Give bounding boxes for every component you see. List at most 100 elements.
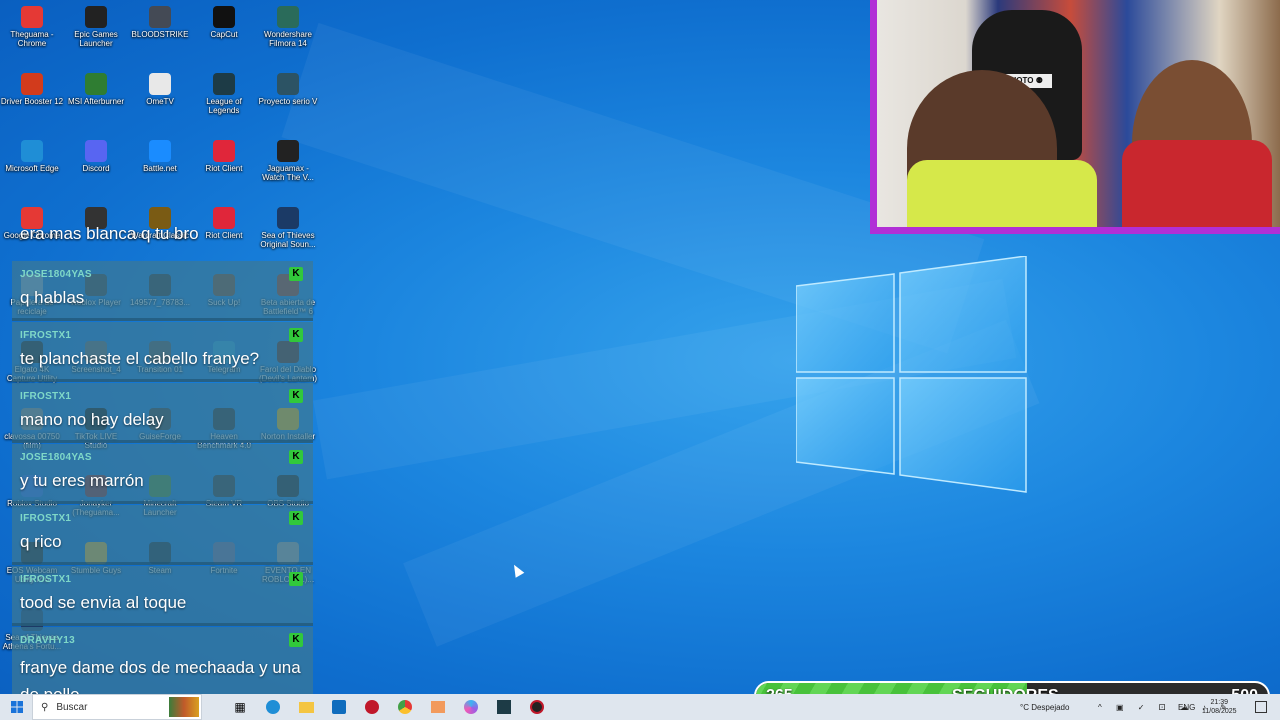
outlook-icon[interactable] [329,694,349,720]
desktop-icon-label: Wondershare Filmora 14 [264,30,312,48]
riot-client-icon [213,140,235,162]
desktop-icon[interactable]: CapCut [192,6,256,39]
language-indicator[interactable]: ENG [1178,694,1195,720]
desktop-icon[interactable]: Wondershare Filmora 14 [256,6,320,48]
start-button[interactable] [6,694,28,720]
search-box[interactable]: ⚲ Buscar [32,694,202,720]
kick-badge-icon: K [289,328,303,342]
chat-message: DRAVHY13 Kfranye dame dos de mechaada y u… [12,627,313,700]
desktop-icon-label: Jaguamax - Watch The V... [262,164,314,182]
filmora-icon [277,6,299,28]
desktop-icon-label: Battle.net [143,164,177,173]
desktop-icon-label: Theguama - Chrome [10,30,54,48]
app-red-icon[interactable] [362,694,382,720]
chat-username: IFROSTX1 [20,513,72,524]
desktop-icon[interactable]: MSI Afterburner [64,73,128,106]
chat-message: IFROSTX1 Kte planchaste el cabello franye… [12,322,313,382]
folder-taskbar-icon[interactable] [428,694,448,720]
desktop-icon[interactable]: League of Legends [192,73,256,115]
desktop-icon-label: Riot Client [205,164,243,173]
chat-text: te planchaste el cabello franye? [20,349,260,368]
battlenet-icon [149,140,171,162]
desktop-icon[interactable]: BLOODSTRIKE [128,6,192,39]
file-explorer-icon[interactable] [296,694,316,720]
desktop-icon-label: Epic Games Launcher [74,30,118,48]
desktop-icon-label: CapCut [210,30,238,39]
desktop-icon-label: OmeTV [146,97,174,106]
desktop-icon[interactable]: Riot Client [192,140,256,173]
copilot-icon[interactable] [461,694,481,720]
webcam-video: ⚉ UOTO ⚉ [877,0,1280,227]
chat-message: JOSE1804YAS Ky tu eres marrón [12,444,313,504]
chat-text: q rico [20,532,62,551]
chat-message: JOSE1804YAS Kq hablas [12,261,313,321]
search-highlight-icon [169,697,199,717]
desktop-icon[interactable]: OmeTV [128,73,192,106]
webcam-frame: ⚉ UOTO ⚉ [870,0,1280,234]
chat-overlay: era mas blanca q tu bro JOSE1804YAS Kq ha… [12,222,313,700]
task-view-icon[interactable]: ▦ [230,694,250,720]
chat-text: tood se envia al toque [20,593,187,612]
desktop-icon[interactable]: Battle.net [128,140,192,173]
desktop-icon[interactable]: Epic Games Launcher [64,6,128,48]
video-icon [277,140,299,162]
desktop-icon-label: Discord [82,164,110,173]
shirt-left [907,160,1097,227]
league-taskbar-icon[interactable] [494,694,514,720]
discord-icon [85,140,107,162]
search-icon: ⚲ [41,701,49,713]
chrome-icon [21,6,43,28]
desktop-icon-label: MSI Afterburner [67,97,125,106]
windows-logo [796,256,1027,493]
kick-badge-icon: K [289,633,303,647]
shirt-right [1122,140,1272,227]
desktop-icon-label: Driver Booster 12 [0,97,64,106]
chat-text: q hablas [20,288,85,307]
desktop-icon[interactable]: Theguama - Chrome [0,6,64,48]
desktop-icon-label: League of Legends [206,97,242,115]
chrome-taskbar-icon[interactable] [395,694,415,720]
mouse-cursor-icon [509,562,525,578]
capcut-icon [213,6,235,28]
clock-time: 21:39 [1210,699,1229,706]
desktop-icon-label: BLOODSTRIKE [131,30,189,39]
chat-username: JOSE1804YAS [20,452,92,463]
chat-username: IFROSTX1 [20,574,72,585]
kick-badge-icon: K [289,267,303,281]
obs-taskbar-icon[interactable] [527,694,547,720]
kick-badge-icon: K [289,389,303,403]
chat-text: y tu eres marrón [20,471,144,490]
chat-username: IFROSTX1 [20,391,72,402]
chat-message: IFROSTX1 Kmano no hay delay [12,383,313,443]
desktop-icon[interactable]: Discord [64,140,128,173]
desktop-icon[interactable]: Proyecto serio V [256,73,320,106]
chat-message: IFROSTX1 Ktood se envia al toque [12,566,313,626]
msi-afterburner-icon [85,73,107,95]
proyecto-icon [277,73,299,95]
notifications-icon[interactable] [1254,694,1268,720]
chat-text: mano no hay delay [20,410,164,429]
desktop-icon-label: Proyecto serio V [258,97,318,106]
clock[interactable]: 21:39 11/08/2025 [1202,694,1237,720]
windows-start-icon [11,701,23,713]
desktop-icon[interactable]: Microsoft Edge [0,140,64,173]
chat-username: DRAVHY13 [20,635,76,646]
search-placeholder: Buscar [56,701,88,713]
chat-username: IFROSTX1 [20,330,72,341]
bloodstrike-icon [149,6,171,28]
kick-badge-icon: K [289,511,303,525]
desktop-icon-label: Microsoft Edge [5,164,59,173]
chat-message: IFROSTX1 Kq rico [12,505,313,565]
ometv-icon [149,73,171,95]
edge-icon [21,140,43,162]
chat-partial-message: era mas blanca q tu bro [20,224,199,243]
driver-booster-icon [21,73,43,95]
taskbar: ⚲ Buscar ▦ °C Despejado ^ ▣ ✓ ⚀ ☁ ♪ ✎ EN… [0,694,1280,720]
desktop-icon[interactable]: Jaguamax - Watch The V... [256,140,320,182]
edge-taskbar-icon[interactable] [263,694,283,720]
kick-badge-icon: K [289,572,303,586]
weather-text[interactable]: °C Despejado [1020,694,1069,720]
epic-games-icon [85,6,107,28]
desktop-icon[interactable]: Driver Booster 12 [0,73,64,106]
league-of-legends-icon [213,73,235,95]
